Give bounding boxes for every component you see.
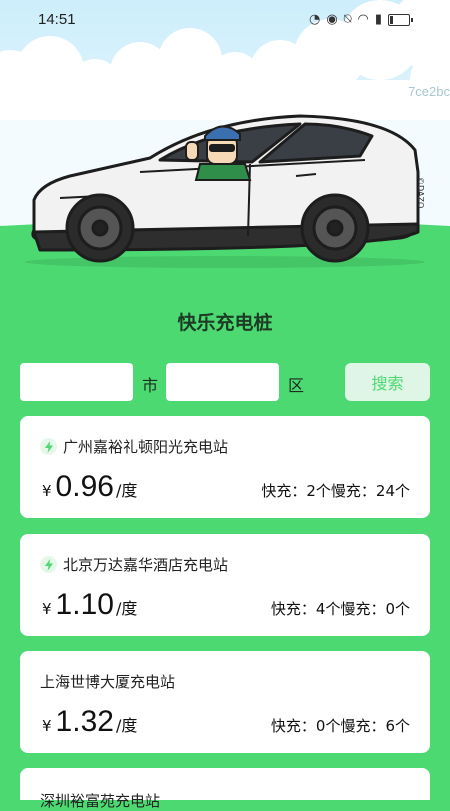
eye-icon: ◉ [326, 12, 338, 27]
price-value: 1.10 [55, 588, 114, 621]
price-unit: /度 [115, 481, 138, 500]
station-name: 深圳裕富苑充电站 [40, 792, 161, 810]
charger-counts: 快充：4个慢充：0个 [270, 600, 410, 618]
currency-symbol: ¥ [42, 482, 52, 500]
hero-banner: ©DAZO 14:51 ◔ ◉ ⍉ ◠ ▮ 7ce2bc [0, 0, 450, 290]
status-time: 14:51 [38, 11, 76, 28]
station-card[interactable]: 北京万达嘉华酒店充电站 ¥ 1.10 /度 快充：4个慢充：0个 [20, 534, 430, 636]
price-row: ¥ 1.32 /度 [42, 705, 137, 739]
bolt-icon [40, 438, 57, 455]
station-card[interactable]: 广州嘉裕礼顿阳光充电站 ¥ 0.96 /度 快充：2个慢充：24个 [20, 416, 430, 518]
price-unit: /度 [115, 716, 138, 735]
price-value: 0.96 [55, 470, 114, 503]
mute-icon: ⍉ [343, 12, 352, 27]
bolt-icon [40, 556, 57, 573]
watermark: 7ce2bc [408, 84, 450, 99]
city-unit-label: 市 [142, 376, 159, 395]
station-name-row: 上海世博大厦充电站 [40, 671, 175, 692]
status-bar: 14:51 ◔ ◉ ⍉ ◠ ▮ [0, 0, 450, 40]
city-input[interactable] [20, 363, 133, 401]
search-button[interactable]: 搜索 [345, 363, 430, 401]
station-name-row: 北京万达嘉华酒店充电站 [40, 554, 228, 575]
station-name: 北京万达嘉华酒店充电站 [63, 556, 229, 574]
status-icons: ◔ ◉ ⍉ ◠ ▮ [309, 12, 413, 27]
currency-symbol: ¥ [42, 600, 52, 618]
station-name-row: 广州嘉裕礼顿阳光充电站 [40, 436, 228, 457]
district-input[interactable] [166, 363, 279, 401]
price-row: ¥ 1.10 /度 [42, 588, 137, 622]
car-badge: ©DAZO [416, 177, 425, 208]
battery-icon [388, 13, 413, 26]
price-row: ¥ 0.96 /度 [42, 470, 137, 504]
currency-symbol: ¥ [42, 717, 52, 735]
station-card[interactable]: 上海世博大厦充电站 ¥ 1.32 /度 快充：0个慢充：6个 [20, 651, 430, 753]
hero-illustration: ©DAZO [0, 0, 450, 290]
station-card[interactable]: 深圳裕富苑充电站 [20, 768, 430, 810]
speedometer-icon: ◔ [309, 12, 321, 27]
wifi-icon: ◠ [357, 12, 369, 27]
alert-icon: ▮ [374, 12, 382, 27]
district-unit-label: 区 [288, 376, 305, 395]
page-title: 快乐充电桩 [177, 312, 273, 334]
station-name: 广州嘉裕礼顿阳光充电站 [63, 438, 229, 456]
charger-counts: 快充：0个慢充：6个 [270, 717, 410, 735]
charger-counts: 快充：2个慢充：24个 [261, 482, 410, 500]
station-name-row: 深圳裕富苑充电站 [40, 790, 160, 811]
price-unit: /度 [115, 599, 138, 618]
price-value: 1.32 [55, 705, 114, 738]
search-row: 市 区 搜索 [20, 363, 430, 401]
station-name: 上海世博大厦充电站 [40, 673, 176, 691]
